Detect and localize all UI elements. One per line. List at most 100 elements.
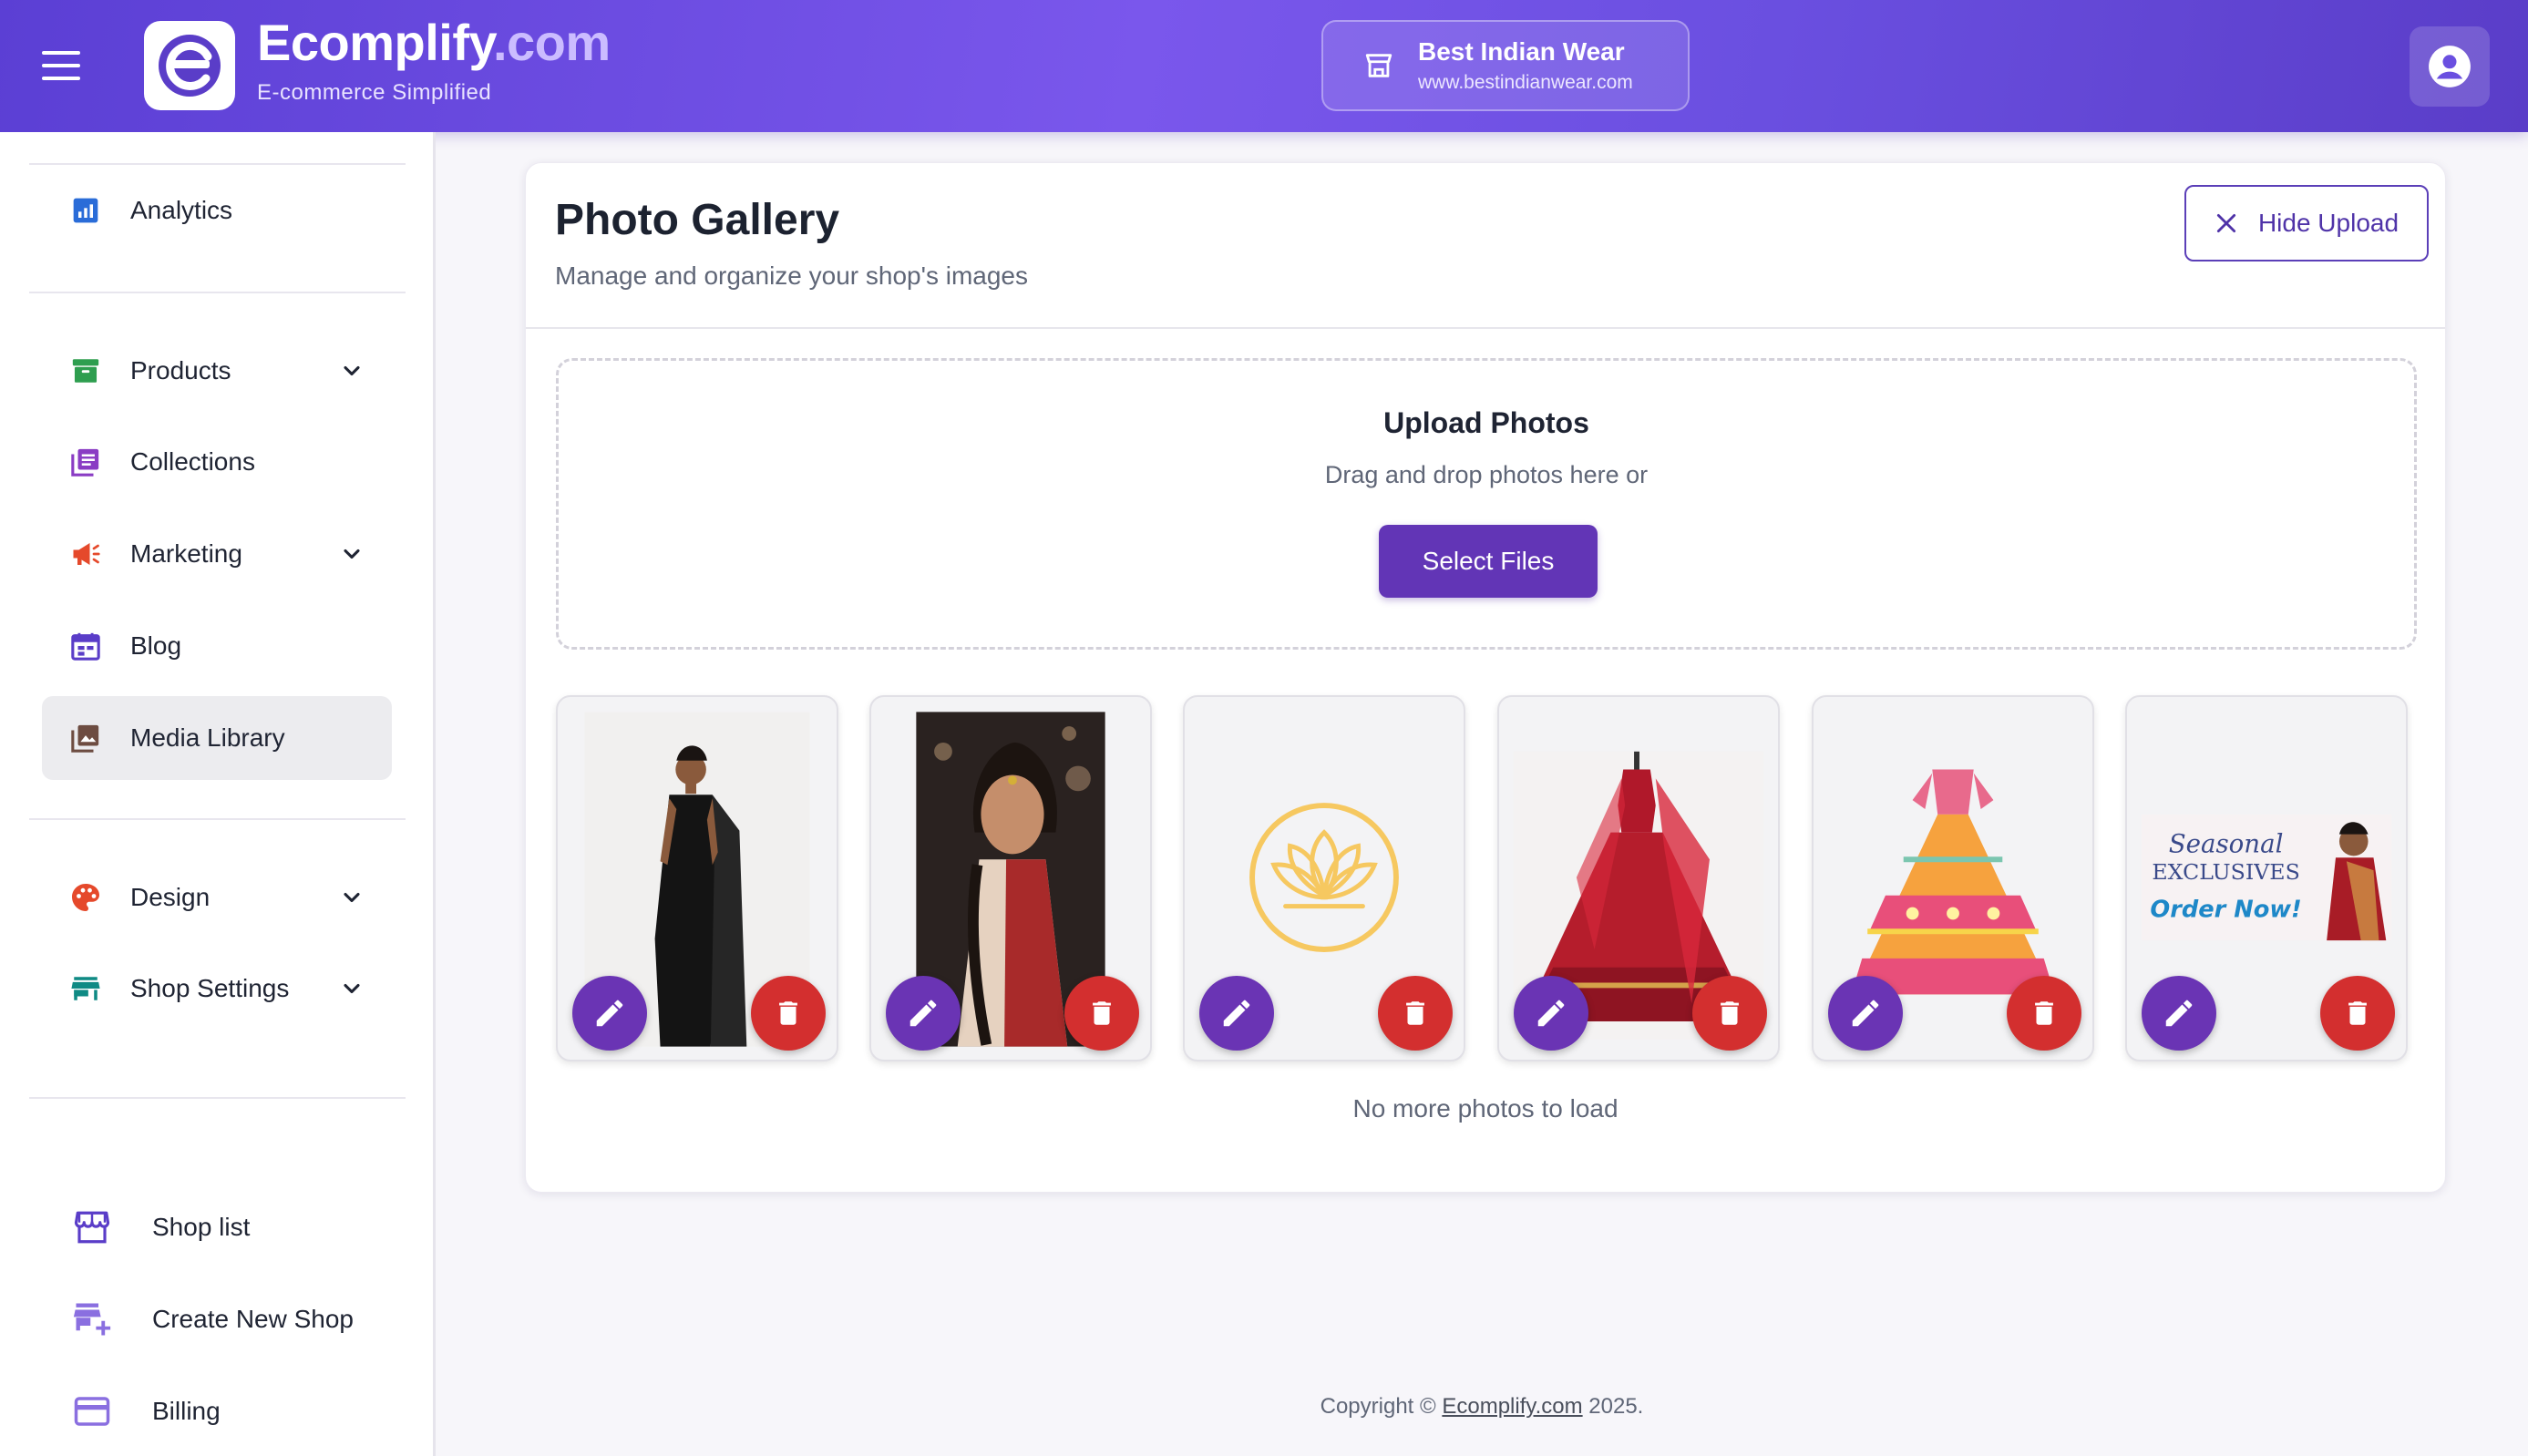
sidebar-item-label: Shop list	[152, 1213, 251, 1241]
photo-tile[interactable]	[869, 695, 1152, 1061]
top-app-bar: Ecomplify.com E-commerce Simplified Best…	[0, 0, 2528, 132]
account-button[interactable]	[2410, 26, 2490, 107]
delete-photo-button[interactable]	[2320, 976, 2395, 1051]
pencil-icon	[2165, 1000, 2193, 1027]
megaphone-icon	[69, 538, 102, 570]
trash-icon	[1406, 1001, 1424, 1025]
trash-icon	[2348, 1001, 2367, 1025]
store-icon	[1365, 54, 1392, 77]
sidebar-item-blog[interactable]: Blog	[42, 604, 392, 688]
photo-tile[interactable]	[1812, 695, 2094, 1061]
delete-photo-button[interactable]	[1064, 976, 1139, 1051]
select-files-button[interactable]: Select Files	[1379, 525, 1598, 598]
edit-photo-button[interactable]	[1199, 976, 1274, 1051]
trash-icon	[1093, 1001, 1111, 1025]
header-divider	[526, 327, 2445, 329]
sidebar-item-billing[interactable]: Billing	[42, 1375, 392, 1448]
edit-photo-button[interactable]	[1514, 976, 1588, 1051]
menu-icon[interactable]	[42, 51, 80, 80]
sidebar-divider	[29, 292, 406, 293]
sidebar-item-label: Marketing	[130, 539, 242, 568]
collections-icon	[69, 446, 102, 478]
photo-tile[interactable]	[556, 695, 838, 1061]
trash-icon	[1721, 1001, 1739, 1025]
sidebar-item-label: Products	[130, 356, 231, 385]
delete-photo-button[interactable]	[1692, 976, 1767, 1051]
sidebar-divider	[29, 1097, 406, 1099]
pencil-icon	[1537, 1000, 1565, 1027]
edit-photo-button[interactable]	[1828, 976, 1903, 1051]
shop-name: Best Indian Wear	[1418, 37, 1625, 66]
sidebar-item-label: Design	[130, 883, 211, 911]
banner-line1-text: Seasonal	[2169, 828, 2284, 858]
add-store-icon	[73, 1300, 111, 1338]
edit-photo-button[interactable]	[886, 976, 961, 1051]
upload-title: Upload Photos	[1383, 406, 1589, 439]
pencil-icon	[1223, 1000, 1250, 1027]
sidebar-item-label: Collections	[130, 447, 255, 476]
upload-dropzone[interactable]: Upload Photos Drag and drop photos here …	[556, 358, 2417, 650]
trash-icon	[779, 1001, 797, 1025]
copyright-suffix: 2025.	[1582, 1394, 1644, 1419]
pencil-icon	[1852, 1000, 1879, 1027]
credit-card-icon	[73, 1392, 111, 1430]
sidebar-item-media-library[interactable]: Media Library	[42, 696, 392, 780]
sidebar-item-products[interactable]: Products	[42, 329, 392, 413]
delete-photo-button[interactable]	[751, 976, 826, 1051]
photo-tile[interactable]	[1497, 695, 1780, 1061]
delete-photo-button[interactable]	[2007, 976, 2081, 1051]
sidebar-item-label: Create New Shop	[152, 1305, 355, 1333]
sidebar-divider	[29, 163, 406, 165]
sidebar-item-label: Blog	[130, 631, 182, 660]
chevron-down-icon[interactable]	[339, 976, 365, 1001]
sidebar-item-label: Shop Settings	[130, 974, 290, 1002]
calendar-icon	[69, 630, 102, 662]
close-icon	[2216, 213, 2236, 233]
banner-cta-text: Order Now!	[2150, 896, 2301, 923]
edit-photo-button[interactable]	[572, 976, 647, 1051]
footer-link[interactable]: Ecomplify.com	[1442, 1394, 1582, 1419]
palette-icon	[69, 881, 102, 914]
sidebar-item-collections[interactable]: Collections	[42, 420, 392, 504]
sidebar-item-shop-settings[interactable]: Shop Settings	[42, 947, 392, 1030]
brand-tagline: E-commerce Simplified	[257, 80, 492, 105]
chevron-down-icon[interactable]	[339, 541, 365, 567]
sidebar-item-label: Media Library	[130, 723, 285, 752]
hide-upload-button[interactable]: Hide Upload	[2184, 185, 2429, 261]
shop-url: www.bestindianwear.com	[1418, 72, 1633, 93]
analytics-icon	[69, 194, 102, 227]
photo-tile[interactable]: Seasonal EXCLUSIVES Order Now!	[2125, 695, 2408, 1061]
store-icon	[69, 972, 102, 1005]
sidebar-divider	[29, 818, 406, 820]
sidebar: Analytics Products Collections Marketing…	[0, 132, 436, 1456]
sidebar-item-marketing[interactable]: Marketing	[42, 512, 392, 596]
sidebar-item-design[interactable]: Design	[42, 856, 392, 939]
trash-icon	[2035, 1001, 2053, 1025]
photo-grid: Seasonal EXCLUSIVES Order Now!	[556, 695, 2417, 1063]
banner-line2-text: EXCLUSIVES	[2152, 859, 2299, 885]
photo-library-icon	[69, 722, 102, 754]
photo-gallery-card: Photo Gallery Manage and organize your s…	[525, 162, 2446, 1193]
pencil-icon	[596, 1000, 623, 1027]
edit-photo-button[interactable]	[2142, 976, 2216, 1051]
brand-logo[interactable]	[144, 21, 235, 110]
archive-icon	[69, 354, 102, 387]
sidebar-item-create-new-shop[interactable]: Create New Shop	[42, 1283, 392, 1356]
storefront-icon	[73, 1208, 111, 1246]
current-shop-selector[interactable]: Best Indian Wear www.bestindianwear.com	[1321, 20, 1690, 111]
page-title: Photo Gallery	[555, 196, 840, 244]
page-subtitle: Manage and organize your shop's images	[555, 261, 1028, 290]
chevron-down-icon[interactable]	[339, 358, 365, 384]
brand-name: Ecomplify.com	[257, 14, 611, 71]
account-circle-icon	[2429, 46, 2471, 87]
photo-tile[interactable]	[1183, 695, 1465, 1061]
sidebar-item-label: Billing	[152, 1397, 221, 1425]
copyright-prefix: Copyright ©	[1320, 1394, 1443, 1419]
sidebar-item-label: Analytics	[130, 196, 233, 224]
hide-upload-label: Hide Upload	[2257, 209, 2400, 237]
upload-instructions: Drag and drop photos here or	[1324, 461, 1649, 488]
chevron-down-icon[interactable]	[339, 885, 365, 910]
sidebar-item-analytics[interactable]: Analytics	[42, 169, 392, 252]
sidebar-item-shop-list[interactable]: Shop list	[42, 1191, 392, 1264]
delete-photo-button[interactable]	[1378, 976, 1453, 1051]
